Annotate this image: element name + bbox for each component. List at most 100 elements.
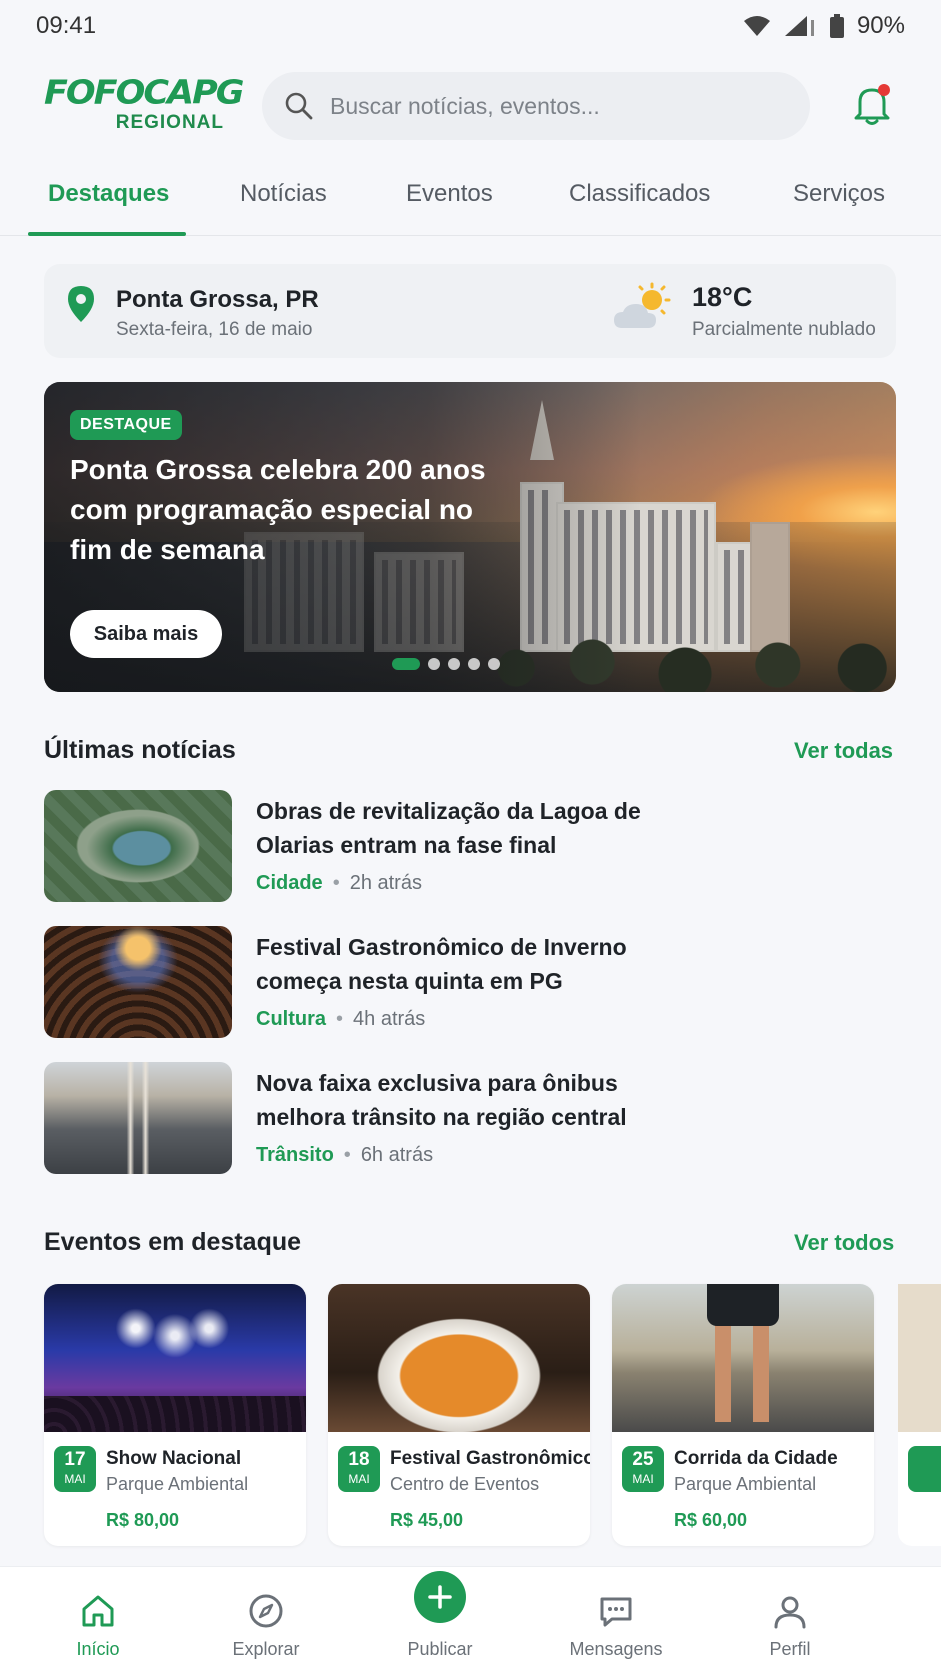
signal-icon [784, 16, 814, 36]
wifi-icon [743, 16, 770, 36]
location-pin-icon [68, 286, 94, 322]
tab-servicos[interactable]: Serviços [793, 180, 885, 208]
news-meta: Cultura • 4h atrás [256, 1008, 425, 1031]
meta-separator: • [332, 872, 340, 894]
news-time: 2h atrás [349, 872, 422, 894]
search-bar[interactable] [262, 72, 810, 140]
runner-shorts [707, 1284, 779, 1326]
event-card-peek[interactable] [898, 1284, 941, 1546]
event-card[interactable]: 18 MAI Festival Gastronômico Centro de E… [328, 1284, 590, 1546]
active-tab-indicator [28, 232, 186, 236]
event-day: 25 [632, 1449, 654, 1470]
search-input[interactable] [330, 92, 750, 120]
nav-label: Perfil [769, 1639, 811, 1659]
learn-more-button[interactable]: Saiba mais [70, 610, 222, 658]
nav-label: Publicar [407, 1639, 473, 1659]
event-month: MAI [64, 1472, 86, 1486]
notifications-button[interactable] [852, 82, 892, 126]
plus-icon [428, 1585, 452, 1609]
battery-level: 90% [856, 12, 905, 39]
app-logo[interactable]: FOFOCAPG REGIONAL [44, 74, 244, 134]
event-month: MAI [632, 1472, 654, 1486]
news-meta: Trânsito • 6h atrás [256, 1144, 433, 1167]
nav-publish[interactable]: Publicar [380, 1567, 500, 1672]
event-card[interactable]: 17 MAI Show Nacional Parque Ambiental R$… [44, 1284, 306, 1546]
status-bar: 09:41 90% [0, 0, 941, 52]
news-time: 6h atrás [360, 1144, 434, 1166]
event-date-badge: 17 MAI [54, 1446, 96, 1492]
event-venue: Parque Ambiental [106, 1474, 249, 1494]
nav-messages[interactable]: Mensagens [556, 1567, 676, 1672]
featured-banner[interactable]: DESTAQUE Ponta Grossa celebra 200 anos c… [44, 382, 896, 692]
event-name: Show Nacional [106, 1448, 242, 1469]
event-venue: Centro de Eventos [390, 1474, 540, 1494]
weather-condition: Parcialmente nublado [692, 319, 876, 340]
carousel-dot[interactable] [392, 658, 420, 670]
nav-home[interactable]: Início [38, 1567, 158, 1672]
event-day: 18 [348, 1449, 370, 1470]
featured-events-heading: Eventos em destaque [44, 1228, 302, 1256]
event-venue: Parque Ambiental [674, 1474, 817, 1494]
tab-destaques[interactable]: Destaques [48, 180, 169, 208]
event-price: R$ 45,00 [390, 1510, 464, 1530]
carousel-dot[interactable] [448, 658, 460, 670]
search-icon [285, 92, 313, 120]
news-thumbnail [44, 790, 232, 902]
see-all-news-link[interactable]: Ver todas [794, 738, 893, 764]
logo-main-text: FOFOCAPG [44, 74, 244, 112]
news-category: Cultura [256, 1008, 326, 1030]
location-weather-card[interactable]: Ponta Grossa, PR Sexta-feira, 16 de maio… [44, 264, 896, 358]
news-item[interactable]: Nova faixa exclusiva para ônibus melhora… [44, 1062, 896, 1174]
news-item[interactable]: Festival Gastronômico de Inverno começa … [44, 926, 896, 1038]
carousel-indicators [392, 658, 500, 670]
news-title: Nova faixa exclusiva para ônibus melhora… [256, 1070, 627, 1130]
carousel-dot[interactable] [468, 658, 480, 670]
meta-separator: • [336, 1008, 344, 1030]
event-date-badge [908, 1446, 941, 1492]
news-thumbnail [44, 926, 232, 1038]
event-price: R$ 80,00 [106, 1510, 180, 1530]
partly-cloudy-icon [614, 282, 671, 328]
home-icon [82, 1595, 114, 1627]
status-icons: 90% [743, 12, 905, 40]
news-category: Trânsito [256, 1144, 334, 1166]
app-header: FOFOCAPG REGIONAL [0, 66, 941, 146]
location-city: Ponta Grossa, PR [116, 286, 319, 313]
news-item[interactable]: Obras de revitalização da Lagoa de Olari… [44, 790, 896, 902]
event-day: 17 [64, 1449, 86, 1470]
battery-icon [829, 14, 844, 38]
status-time: 09:41 [36, 12, 97, 39]
carousel-dot[interactable] [428, 658, 440, 670]
nav-label: Explorar [232, 1639, 300, 1659]
event-date-badge: 18 MAI [338, 1446, 380, 1492]
event-price: R$ 60,00 [674, 1510, 748, 1530]
event-image [44, 1284, 306, 1432]
event-name: Festival Gastronômico [390, 1448, 590, 1469]
publish-fab[interactable] [414, 1571, 466, 1623]
bottom-navigation: Início Explorar Publicar Mensagens Perfi… [0, 1566, 941, 1672]
tab-eventos[interactable]: Eventos [406, 180, 493, 208]
news-meta: Cidade • 2h atrás [256, 872, 422, 895]
news-title: Festival Gastronômico de Inverno começa … [256, 934, 627, 994]
event-date-badge: 25 MAI [622, 1446, 664, 1492]
see-all-events-link[interactable]: Ver todos [794, 1230, 894, 1256]
tab-noticias[interactable]: Notícias [240, 180, 327, 208]
featured-badge: DESTAQUE [70, 410, 182, 440]
nav-label: Início [76, 1639, 120, 1659]
banner-title: Ponta Grossa celebra 200 anos com progra… [70, 454, 486, 565]
chat-icon [600, 1597, 632, 1627]
nav-explore[interactable]: Explorar [206, 1567, 326, 1672]
event-card[interactable]: 25 MAI Corrida da Cidade Parque Ambienta… [612, 1284, 874, 1546]
nav-profile[interactable]: Perfil [730, 1567, 850, 1672]
tab-classificados[interactable]: Classificados [569, 180, 710, 208]
news-time: 4h atrás [353, 1008, 426, 1030]
event-name: Corrida da Cidade [674, 1448, 838, 1469]
temperature: 18°C [692, 282, 753, 312]
carousel-dot[interactable] [488, 658, 500, 670]
bell-icon [854, 84, 890, 125]
news-title: Obras de revitalização da Lagoa de Olari… [256, 798, 641, 858]
category-tabs: Destaques Notícias Eventos Classificados… [0, 160, 941, 236]
user-icon [774, 1596, 806, 1629]
nav-label: Mensagens [569, 1639, 663, 1659]
compass-icon [249, 1594, 283, 1628]
